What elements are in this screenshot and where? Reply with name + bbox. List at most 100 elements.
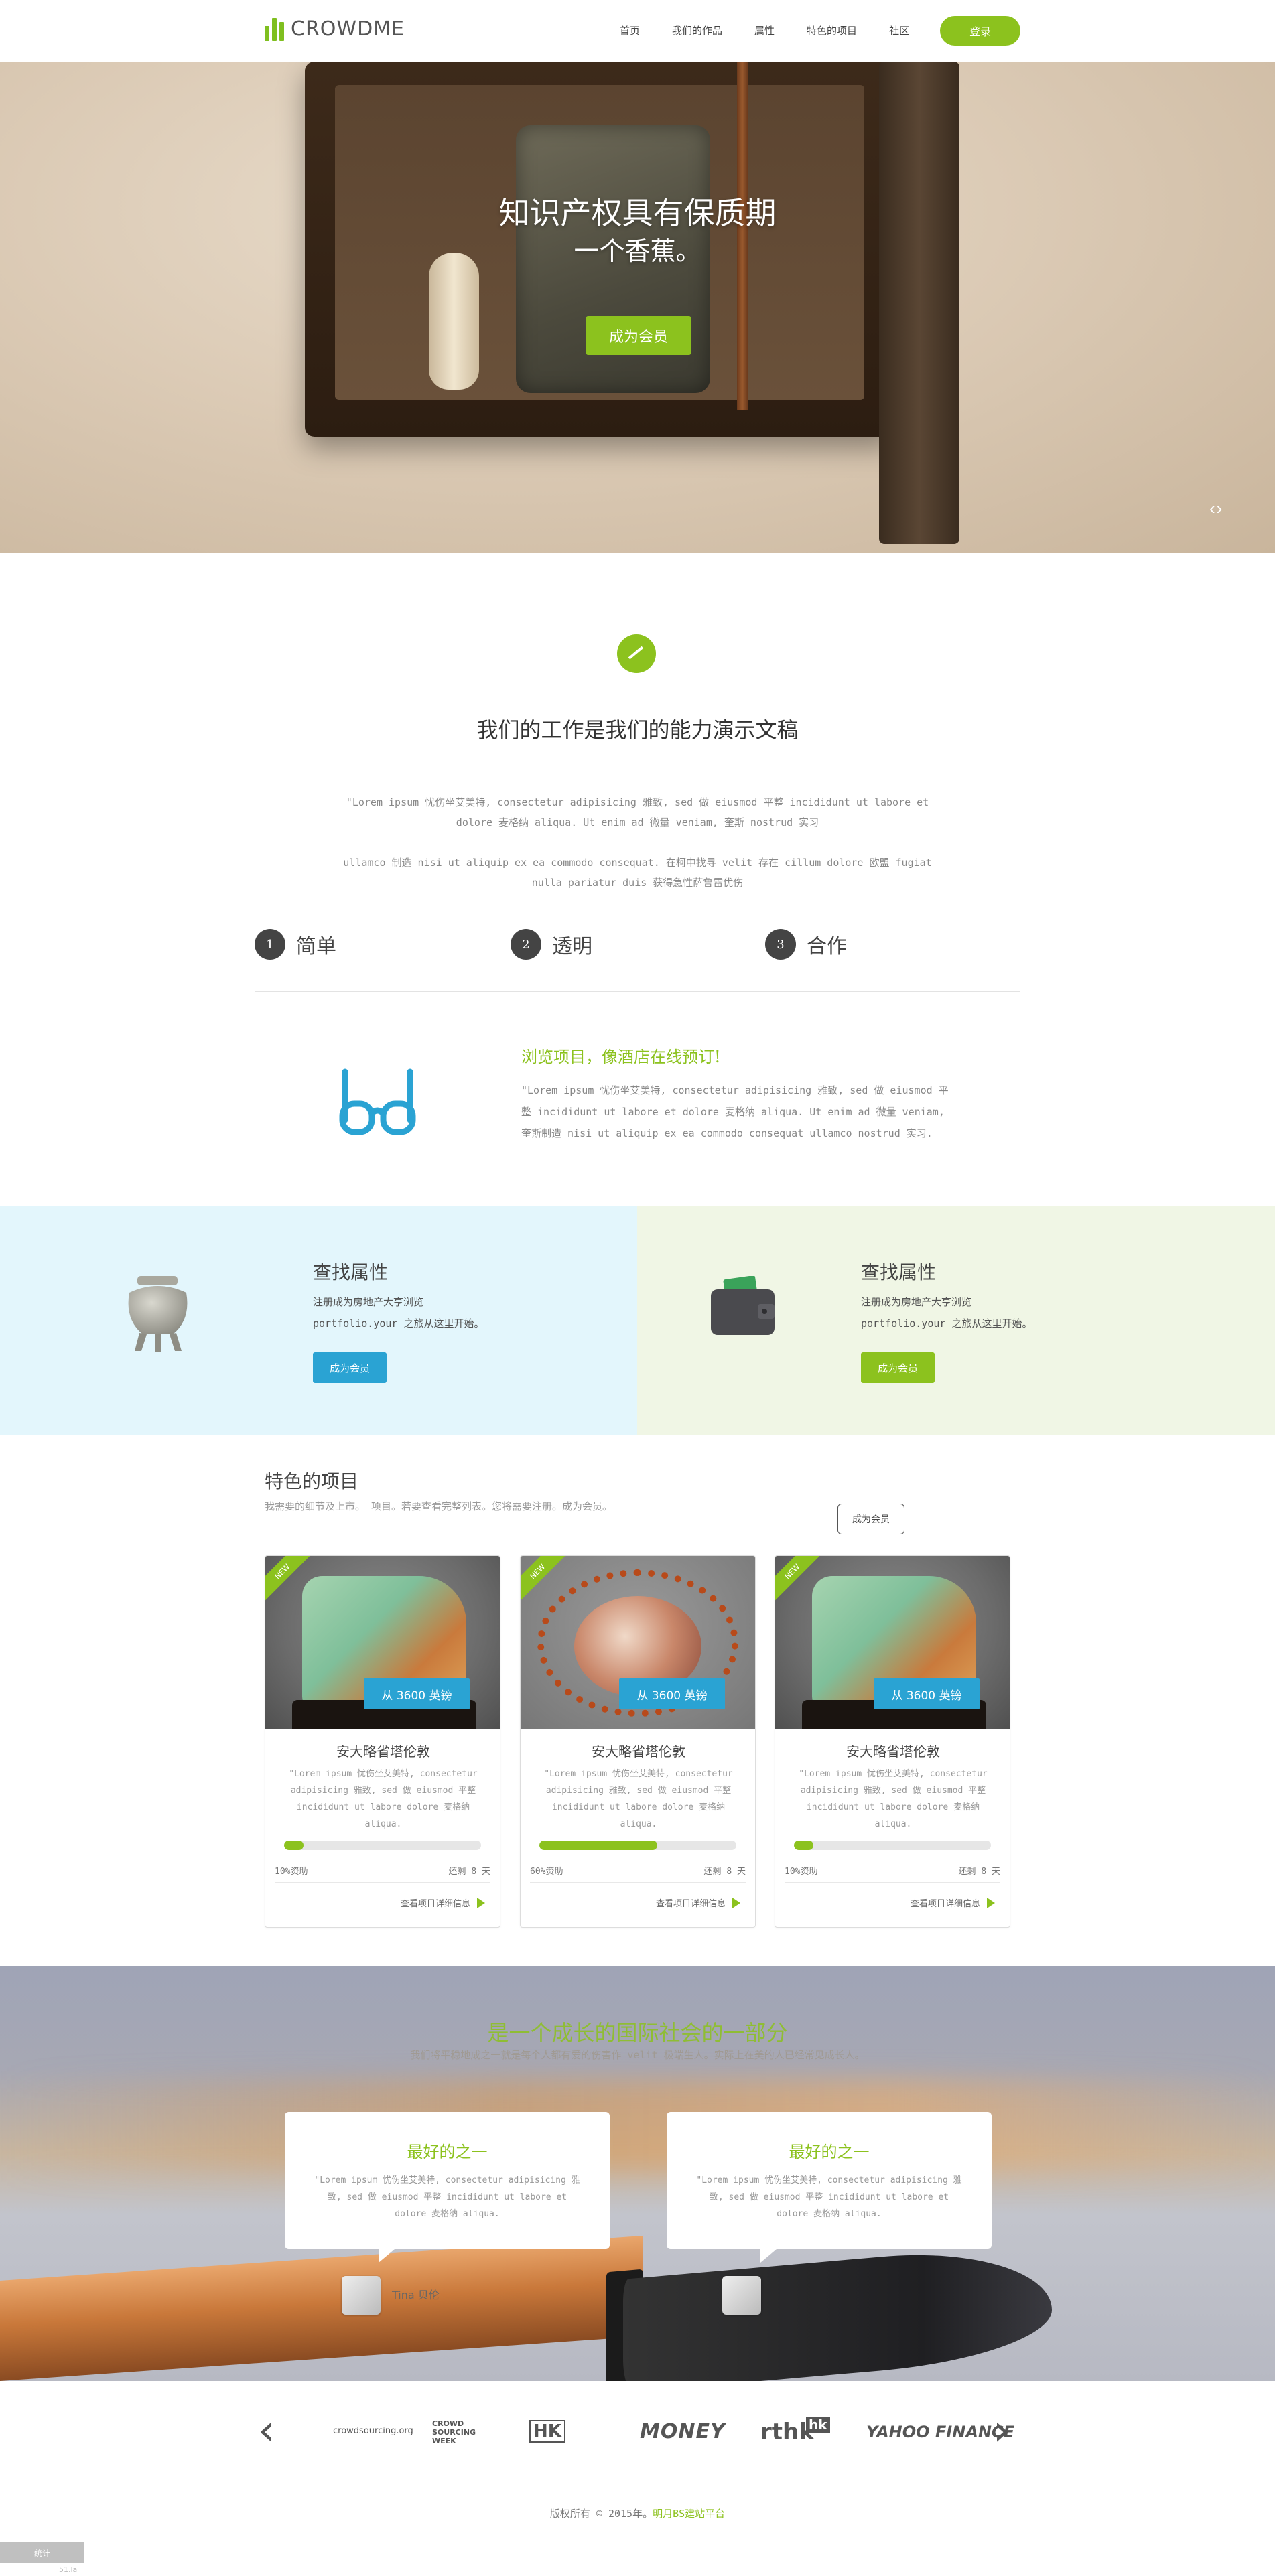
site-header: CROWDME 首页 我们的作品 属性 特色的项目 社区 登录 bbox=[0, 0, 1275, 62]
step-label: 透明 bbox=[552, 935, 592, 958]
project-card[interactable]: NEW 从 3600 英镑 安大略省塔伦敦 "Lorem ipsum 忧伤坐艾美… bbox=[520, 1555, 756, 1928]
stats-badge[interactable]: 统计 bbox=[0, 2542, 84, 2563]
featured-title: 特色的项目 bbox=[265, 1470, 359, 1492]
nav-item-properties[interactable]: 属性 bbox=[754, 23, 775, 38]
hero-subtitle: 一个香蕉。 bbox=[574, 236, 701, 266]
avatar bbox=[722, 2276, 761, 2315]
nav-item-featured[interactable]: 特色的项目 bbox=[807, 23, 857, 38]
card-description: "Lorem ipsum 忧伤坐艾美特, consectetur adipisi… bbox=[799, 1769, 988, 1829]
step-number: 1 bbox=[255, 929, 285, 960]
logo-bars-icon bbox=[265, 17, 284, 41]
view-details-link[interactable]: 查看项目详细信息 bbox=[656, 1896, 740, 1909]
partner-logo[interactable]: MONEY bbox=[640, 2420, 726, 2443]
days-left-label: 还剩 8 天 bbox=[448, 1867, 490, 1877]
project-image-jade: NEW 从 3600 英镑 bbox=[265, 1556, 500, 1729]
panel-line-2: portfolio.your 之旅从这里开始。 bbox=[313, 1317, 484, 1330]
hero-scroll-image bbox=[879, 62, 959, 544]
testimonial-card: 最好的之一 "Lorem ipsum 忧伤坐艾美特, consectetur a… bbox=[285, 2112, 610, 2263]
featured-join-button[interactable]: 成为会员 bbox=[837, 1504, 904, 1534]
panel-line-1: 注册成为房地产大亨浏览 bbox=[861, 1296, 972, 1308]
step-3: 3 合作 bbox=[765, 929, 847, 960]
card-title: 安大略省塔伦敦 bbox=[846, 1743, 940, 1760]
price-tag: 从 3600 英镑 bbox=[874, 1678, 980, 1709]
logo-text: CROWDME bbox=[291, 17, 405, 41]
property-panel-green: 查找属性 注册成为房地产大亨浏览 portfolio.your 之旅从这里开始。… bbox=[637, 1206, 1275, 1435]
hero-jade-figure-image bbox=[429, 253, 479, 390]
funded-label: 60%资助 bbox=[530, 1867, 563, 1877]
hero-title: 知识产权具有保质期 bbox=[498, 195, 777, 231]
price-tag: 从 3600 英镑 bbox=[364, 1678, 470, 1709]
glasses-icon bbox=[339, 1068, 416, 1135]
days-left-label: 还剩 8 天 bbox=[958, 1867, 1000, 1877]
divider bbox=[275, 1882, 490, 1883]
step-label: 简单 bbox=[296, 935, 336, 958]
project-card[interactable]: NEW 从 3600 英镑 安大略省塔伦敦 "Lorem ipsum 忧伤坐艾美… bbox=[775, 1555, 1010, 1928]
panel-line-2: portfolio.your 之旅从这里开始。 bbox=[861, 1317, 1032, 1330]
testimonials-title: 是一个成长的国际社会的一部分 bbox=[487, 2020, 788, 2046]
brush-hair-image bbox=[623, 2242, 1052, 2381]
login-button[interactable]: 登录 bbox=[940, 16, 1020, 46]
panel-title: 查找属性 bbox=[861, 1261, 937, 1283]
footer-link[interactable]: 明月BS建站平台 bbox=[653, 2508, 725, 2520]
nav-item-works[interactable]: 我们的作品 bbox=[672, 23, 722, 38]
chevron-right-icon[interactable]: › bbox=[993, 2409, 1010, 2452]
panel-join-button[interactable]: 成为会员 bbox=[861, 1352, 935, 1383]
card-description: "Lorem ipsum 忧伤坐艾美特, consectetur adipisi… bbox=[544, 1769, 733, 1829]
testimonial-title: 最好的之一 bbox=[407, 2143, 488, 2161]
partner-logo[interactable]: CROWD SOURCING WEEK bbox=[432, 2419, 492, 2445]
panel-join-button[interactable]: 成为会员 bbox=[313, 1352, 387, 1383]
intro-paragraph-2: ullamco 制造 nisi ut aliquip ex ea commodo… bbox=[343, 857, 932, 889]
logo[interactable]: CROWDME bbox=[265, 17, 405, 41]
card-title: 安大略省塔伦敦 bbox=[592, 1743, 685, 1760]
project-image-beads: NEW 从 3600 英镑 bbox=[521, 1556, 755, 1729]
view-details-link[interactable]: 查看项目详细信息 bbox=[401, 1896, 485, 1909]
stats-badge-caption: 51.la bbox=[59, 2565, 78, 2574]
step-label: 合作 bbox=[807, 935, 847, 958]
days-left-label: 还剩 8 天 bbox=[703, 1867, 746, 1877]
testimonial-text: "Lorem ipsum 忧伤坐艾美特, consectetur adipisi… bbox=[314, 2175, 580, 2219]
view-details-label: 查看项目详细信息 bbox=[655, 1899, 726, 1909]
copyright: 版权所有 © 2015年。明月BS建站平台 bbox=[0, 2506, 1275, 2520]
intro-title: 我们的工作是我们的能力演示文稿 bbox=[476, 717, 799, 743]
copyright-text: 版权所有 © 2015年。 bbox=[549, 2508, 653, 2520]
card-description: "Lorem ipsum 忧伤坐艾美特, consectetur adipisi… bbox=[289, 1769, 478, 1829]
avatar bbox=[342, 2276, 381, 2315]
panel-title: 查找属性 bbox=[313, 1261, 389, 1283]
nav-item-community[interactable]: 社区 bbox=[889, 23, 909, 38]
property-panel-blue: 查找属性 注册成为房地产大亨浏览 portfolio.your 之旅从这里开始。… bbox=[0, 1206, 637, 1435]
funding-progress-bar bbox=[539, 1841, 736, 1850]
testimonial-text: "Lorem ipsum 忧伤坐艾美特, consectetur adipisi… bbox=[696, 2175, 962, 2219]
step-2: 2 透明 bbox=[511, 929, 592, 960]
project-card[interactable]: NEW 从 3600 英镑 安大略省塔伦敦 "Lorem ipsum 忧伤坐艾美… bbox=[265, 1555, 500, 1928]
partners-strip: ‹ crowdsourcing.org CROWD SOURCING WEEK … bbox=[0, 2381, 1275, 2482]
funding-progress-bar bbox=[794, 1841, 991, 1850]
play-arrow-icon bbox=[477, 1897, 485, 1908]
chevron-left-icon[interactable]: ‹ bbox=[258, 2409, 275, 2452]
step-number: 3 bbox=[765, 929, 796, 960]
nav-item-home[interactable]: 首页 bbox=[620, 23, 640, 38]
play-arrow-icon bbox=[732, 1897, 740, 1908]
feature-text: "Lorem ipsum 忧伤坐艾美特, consectetur adipisi… bbox=[521, 1084, 949, 1139]
funded-label: 10%资助 bbox=[785, 1867, 818, 1877]
funded-label: 10%资助 bbox=[275, 1867, 308, 1877]
testimonial-title: 最好的之一 bbox=[789, 2143, 870, 2161]
partner-logo[interactable]: crowdsourcing.org bbox=[333, 2426, 413, 2436]
censer-image bbox=[128, 1276, 188, 1352]
funding-progress-bar bbox=[284, 1841, 481, 1850]
project-image-jade: NEW 从 3600 英镑 bbox=[775, 1556, 1010, 1729]
partner-logo[interactable]: HK bbox=[529, 2420, 565, 2443]
partner-logo[interactable]: YAHOO FINANCE bbox=[866, 2423, 1014, 2441]
step-number: 2 bbox=[511, 929, 541, 960]
testimonial-name: Tina 贝伦 bbox=[392, 2289, 440, 2301]
slider-arrows-icon[interactable]: ‹› bbox=[1209, 498, 1223, 519]
step-1: 1 简单 bbox=[255, 929, 336, 960]
view-details-link[interactable]: 查看项目详细信息 bbox=[911, 1896, 995, 1909]
hero-banner: 知识产权具有保质期 一个香蕉。 成为会员 ‹› bbox=[0, 62, 1275, 553]
hero-join-button[interactable]: 成为会员 bbox=[586, 316, 691, 355]
divider bbox=[785, 1882, 1000, 1883]
featured-subtitle: 我需要的细节及上市。 项目。若要查看完整列表。您将需要注册。成为会员。 bbox=[265, 1500, 613, 1512]
divider bbox=[530, 1882, 746, 1883]
partner-logo[interactable]: hk bbox=[806, 2417, 830, 2433]
divider bbox=[255, 991, 1020, 992]
view-details-label: 查看项目详细信息 bbox=[400, 1899, 470, 1909]
